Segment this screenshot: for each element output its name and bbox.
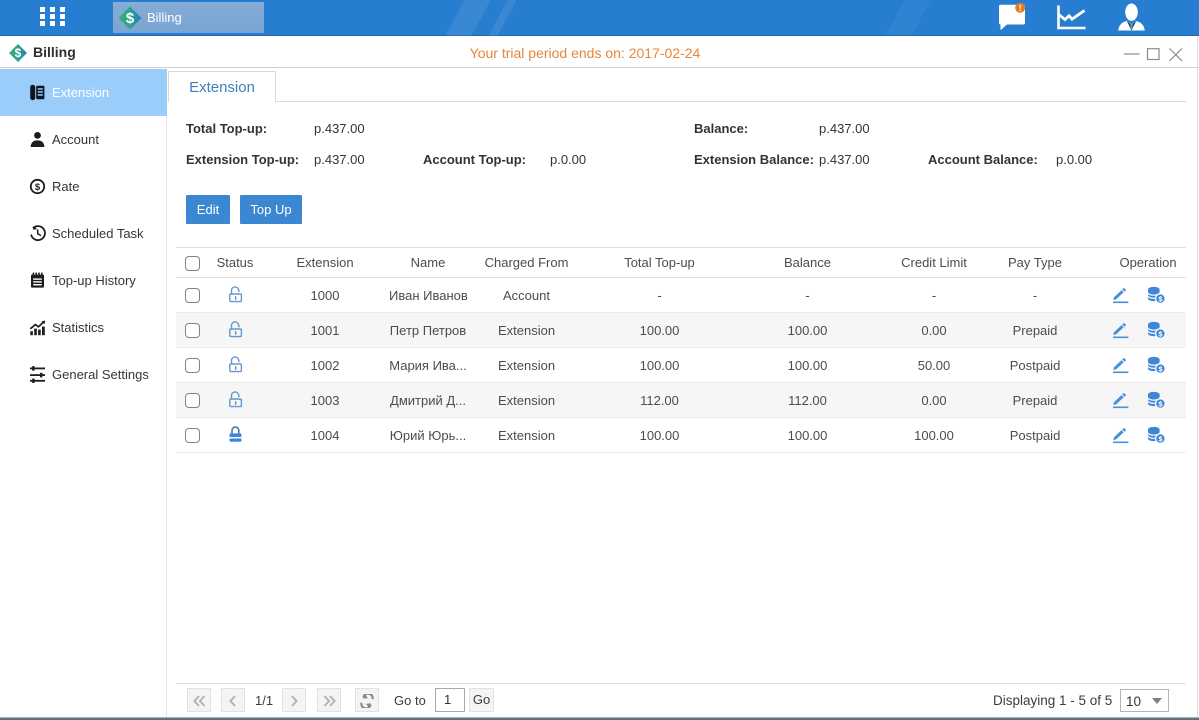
svg-text:$: $ [35,182,41,193]
svg-text:!: ! [1019,3,1022,13]
svg-text:$: $ [126,10,135,27]
